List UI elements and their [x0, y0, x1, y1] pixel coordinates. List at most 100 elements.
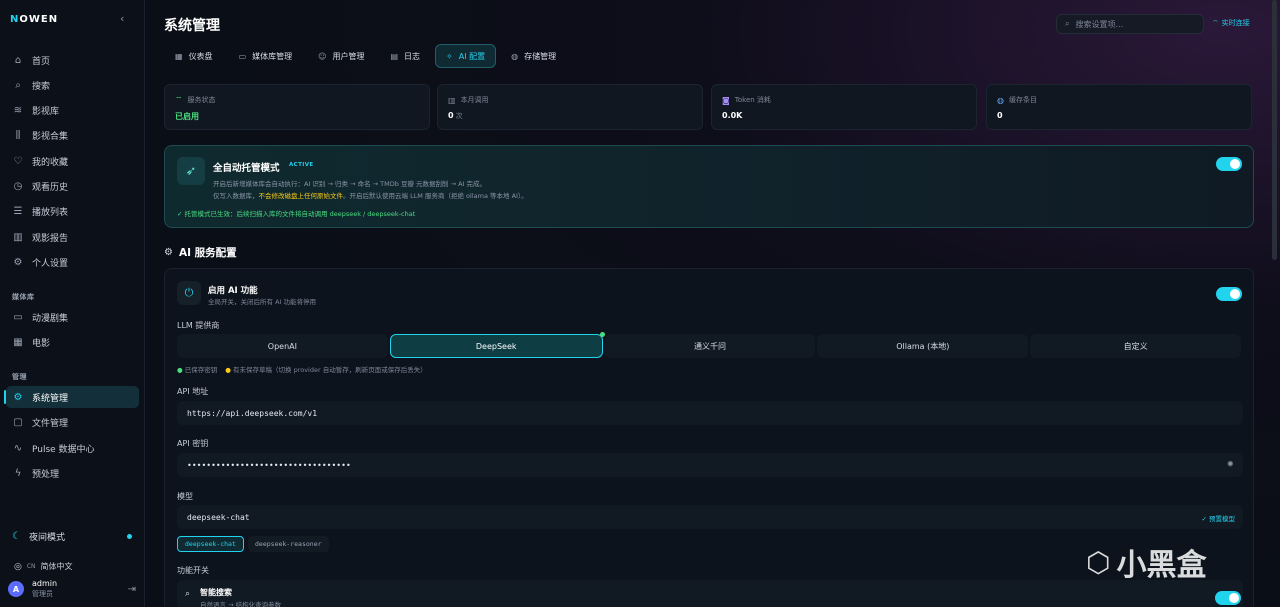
- provider-deepseek[interactable]: DeepSeek: [389, 332, 605, 358]
- api-key-input[interactable]: •••••••••••••••••••••••••••••••••• ◉: [177, 453, 1243, 477]
- wifi-icon: ⌔: [1212, 18, 1219, 27]
- sidebar: NOWEN ‹ ⌂ 首页 ⌕ 搜索 ≋ 影视库 ⫼ 影视合集 ♡ 我的收藏 ◷ 观看历史 ☰…: [0, 0, 145, 607]
- collapse-sidebar-icon[interactable]: ‹: [120, 12, 124, 25]
- enable-ai-toggle[interactable]: [1216, 287, 1242, 301]
- cpu-icon: ◙: [722, 95, 730, 105]
- language-switcher[interactable]: ◎ CN 简体中文: [14, 561, 73, 572]
- settings-search-input[interactable]: ⌕ 搜索设置项...: [1056, 14, 1204, 34]
- app-logo[interactable]: NOWEN: [10, 14, 58, 25]
- search-icon: ⌕: [1065, 19, 1070, 28]
- sidebar-item-settings[interactable]: ⚙ 个人设置: [6, 251, 139, 273]
- scrollbar[interactable]: [1272, 0, 1277, 260]
- preset-model-badge: ✓ 预置模型: [1201, 515, 1235, 523]
- page-title: 系统管理: [164, 18, 220, 34]
- night-mode-indicator: [127, 534, 132, 539]
- search-icon: ⌕: [185, 589, 191, 599]
- smart-search-toggle[interactable]: [1215, 591, 1241, 605]
- llm-provider-selector: OpenAI DeepSeek 通义千问 Ollama (本地) 自定义: [177, 332, 1243, 358]
- file-icon: ▢: [13, 416, 23, 428]
- tv-icon: ▭: [13, 311, 23, 323]
- auto-hosting-toggle[interactable]: [1216, 157, 1242, 171]
- gear-icon: ⚙: [164, 247, 173, 258]
- sidebar-item-system[interactable]: ⚙ 系统管理: [4, 386, 139, 408]
- sidebar-item-playlist[interactable]: ☰ 播放列表: [6, 200, 139, 222]
- llm-provider-label: LLM 提供商: [177, 321, 220, 330]
- database-icon: ◍: [997, 95, 1004, 105]
- active-badge: ACTIVE: [289, 162, 314, 168]
- chart-icon: ▥: [13, 231, 23, 243]
- folder-icon: ▭: [238, 51, 247, 61]
- power-icon: ⏻: [177, 281, 201, 305]
- moon-icon: ☾: [12, 531, 21, 542]
- watermark: ⬡ 小黑盒: [1086, 545, 1207, 584]
- features-label: 功能开关: [177, 566, 209, 575]
- users-icon: ☺: [318, 51, 327, 61]
- eye-icon[interactable]: ◉: [1228, 459, 1233, 469]
- layers-icon: ≋: [13, 104, 23, 116]
- tab-ai-config[interactable]: ✧ AI 配置: [435, 44, 497, 68]
- api-url-input[interactable]: https://api.deepseek.com/v1: [177, 401, 1243, 425]
- gear-icon: ⚙: [13, 391, 23, 403]
- feature-smart-search: ⌕ 智能搜索 自然语言 → 结构化查询参数: [177, 580, 1243, 607]
- user-profile[interactable]: A admin 管理员 ⇥: [8, 578, 136, 600]
- enable-ai-title: 启用 AI 功能: [208, 286, 258, 296]
- model-chip-deepseek-chat[interactable]: deepseek-chat: [177, 536, 244, 552]
- sidebar-item-history[interactable]: ◷ 观看历史: [6, 175, 139, 197]
- model-input[interactable]: deepseek-chat ✓ 预置模型: [177, 505, 1243, 529]
- provider-ollama[interactable]: Ollama (本地): [817, 334, 1029, 358]
- user-name: admin: [32, 579, 58, 588]
- sidebar-item-favorites[interactable]: ♡ 我的收藏: [6, 150, 139, 172]
- user-role: 管理员: [32, 590, 53, 598]
- sidebar-item-library[interactable]: ≋ 影视库: [6, 99, 139, 121]
- provider-custom[interactable]: 自定义: [1030, 334, 1241, 358]
- enable-ai-desc: 全局开关，关闭后所有 AI 功能将停用: [208, 298, 316, 306]
- sidebar-item-collections[interactable]: ⫼ 影视合集: [6, 124, 139, 146]
- api-key-label: API 密钥: [177, 439, 209, 448]
- database-icon: ◍: [511, 51, 519, 61]
- auto-hosting-card: ➶ 全自动托管模式 ACTIVE 开启后新增媒体库会自动执行：AI 识别 → 归…: [164, 145, 1254, 228]
- sidebar-item-report[interactable]: ▥ 观影报告: [6, 226, 139, 248]
- provider-openai[interactable]: OpenAI: [177, 334, 388, 358]
- sidebar-item-pulse[interactable]: ∿ Pulse 数据中心: [6, 437, 139, 459]
- bolt-icon: ϟ: [14, 467, 22, 479]
- clock-icon: ◷: [13, 180, 23, 192]
- wifi-icon: ⌔: [175, 95, 183, 104]
- heybox-logo-icon: ⬡: [1086, 545, 1111, 579]
- tab-logs[interactable]: ▤ 日志: [379, 44, 431, 68]
- sidebar-item-home[interactable]: ⌂ 首页: [6, 49, 139, 71]
- sidebar-item-movies[interactable]: ▦ 电影: [6, 331, 139, 353]
- auto-hosting-desc: 开启后新增媒体库会自动执行：AI 识别 → 归类 → 命名 → TMDb 豆瓣 …: [213, 180, 487, 188]
- tab-storage[interactable]: ◍ 存储管理: [500, 44, 567, 68]
- tab-users[interactable]: ☺ 用户管理: [307, 44, 375, 68]
- model-label: 模型: [177, 492, 193, 501]
- model-chip-deepseek-reasoner[interactable]: deepseek-reasoner: [248, 536, 329, 552]
- sidebar-item-preprocess[interactable]: ϟ 预处理: [6, 462, 139, 484]
- provider-hint: ● 已保存密钥 ● 有未保存草稿（切换 provider 自动暂存，刷新页面或保…: [177, 366, 427, 374]
- night-mode-toggle[interactable]: ☾ 夜间模式: [12, 530, 132, 543]
- stat-cache-entries: ◍ 缓存条目 0: [986, 84, 1252, 130]
- library-icon: ⫼: [15, 129, 21, 141]
- sidebar-item-anime[interactable]: ▭ 动漫剧集: [6, 306, 139, 328]
- rocket-icon: ➶: [177, 157, 205, 185]
- auto-hosting-note: 仅写入数据库，不会修改磁盘上任何原始文件。开启后默认使用云端 LLM 服务商（拒…: [213, 192, 528, 200]
- main-content: 系统管理 ⌕ 搜索设置项... ⌔ 实时连接 ▦ 仪表盘 ▭ 媒体库管理 ☺ 用户管理 …: [146, 0, 1280, 607]
- playlist-icon: ☰: [13, 205, 23, 217]
- document-icon: ▤: [390, 51, 399, 61]
- auto-hosting-title: 全自动托管模式: [213, 163, 280, 174]
- auto-hosting-status: ✓ 托管模式已生效：后续扫描入库的文件将自动调用 deepseek / deep…: [177, 210, 416, 218]
- search-icon: ⌕: [15, 79, 21, 91]
- sparkle-icon: ✧: [446, 51, 453, 61]
- logout-icon[interactable]: ⇥: [128, 584, 136, 595]
- chart-icon: ▥: [448, 95, 456, 105]
- grid-icon: ▦: [175, 51, 183, 61]
- api-url-label: API 地址: [177, 387, 209, 396]
- provider-qwen[interactable]: 通义千问: [604, 334, 816, 358]
- tab-dashboard[interactable]: ▦ 仪表盘: [164, 44, 224, 68]
- globe-icon: ◎: [14, 561, 22, 572]
- sidebar-item-search[interactable]: ⌕ 搜索: [6, 74, 139, 96]
- heart-icon: ♡: [13, 155, 23, 167]
- tab-bar: ▦ 仪表盘 ▭ 媒体库管理 ☺ 用户管理 ▤ 日志 ✧ AI 配置 ◍ 存储管理: [164, 44, 567, 68]
- gear-icon: ⚙: [13, 256, 23, 268]
- sidebar-item-files[interactable]: ▢ 文件管理: [6, 411, 139, 433]
- tab-library-manage[interactable]: ▭ 媒体库管理: [228, 44, 304, 68]
